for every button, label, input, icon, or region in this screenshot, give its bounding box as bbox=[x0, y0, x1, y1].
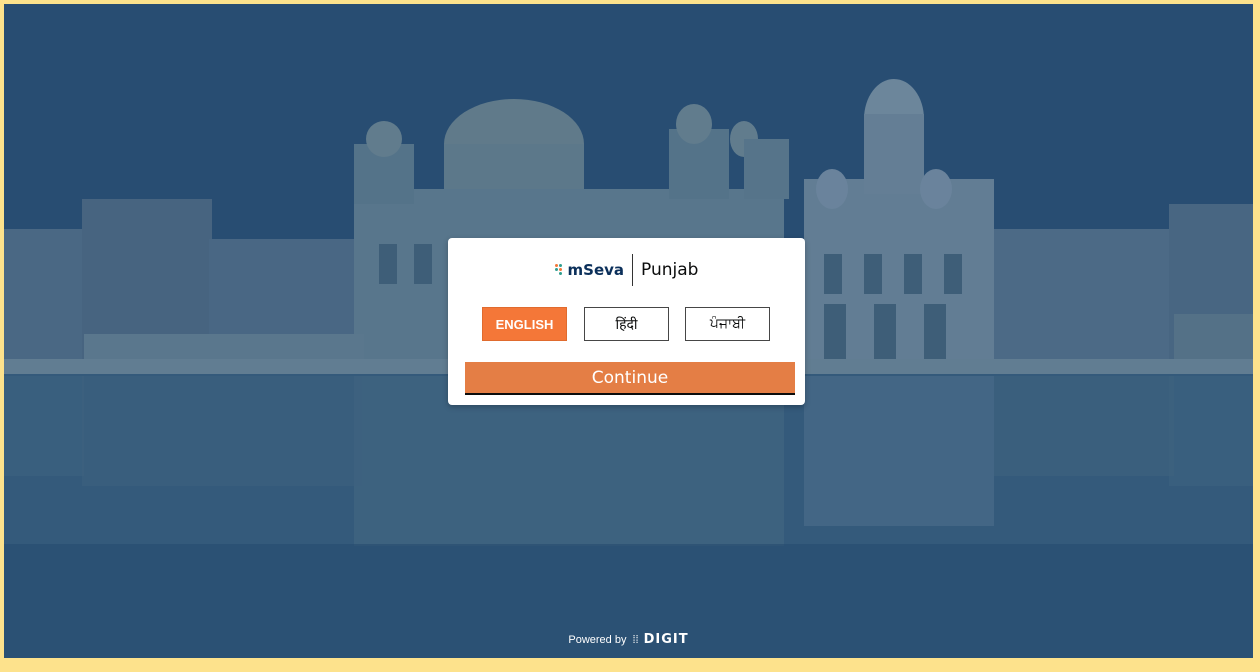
language-hindi-button[interactable]: हिंदी bbox=[584, 307, 669, 341]
language-options: ENGLISH हिंदी ਪੰਜਾਬੀ bbox=[482, 307, 772, 341]
language-english-button[interactable]: ENGLISH bbox=[482, 307, 567, 341]
brand-divider bbox=[632, 254, 634, 286]
brand-name: mSeva bbox=[567, 261, 625, 279]
mseva-dots-icon bbox=[554, 264, 565, 275]
powered-by-text: Powered by bbox=[568, 633, 627, 646]
language-punjabi-button[interactable]: ਪੰਜਾਬੀ bbox=[685, 307, 770, 341]
brand-header: mSeva Punjab bbox=[448, 254, 805, 286]
digit-dots-icon: ⁞⁞ bbox=[632, 633, 639, 646]
brand-city: Punjab bbox=[641, 260, 699, 280]
login-page: mSeva Punjab ENGLISH हिंदी ਪੰਜਾਬੀ Contin… bbox=[4, 4, 1253, 658]
language-selection-card: mSeva Punjab ENGLISH हिंदी ਪੰਜਾਬੀ Contin… bbox=[448, 238, 805, 405]
continue-button[interactable]: Continue bbox=[465, 362, 795, 395]
digit-logo-text: DIGIT bbox=[643, 632, 689, 647]
powered-by-footer: Powered by ⁞⁞ DIGIT bbox=[4, 632, 1253, 647]
